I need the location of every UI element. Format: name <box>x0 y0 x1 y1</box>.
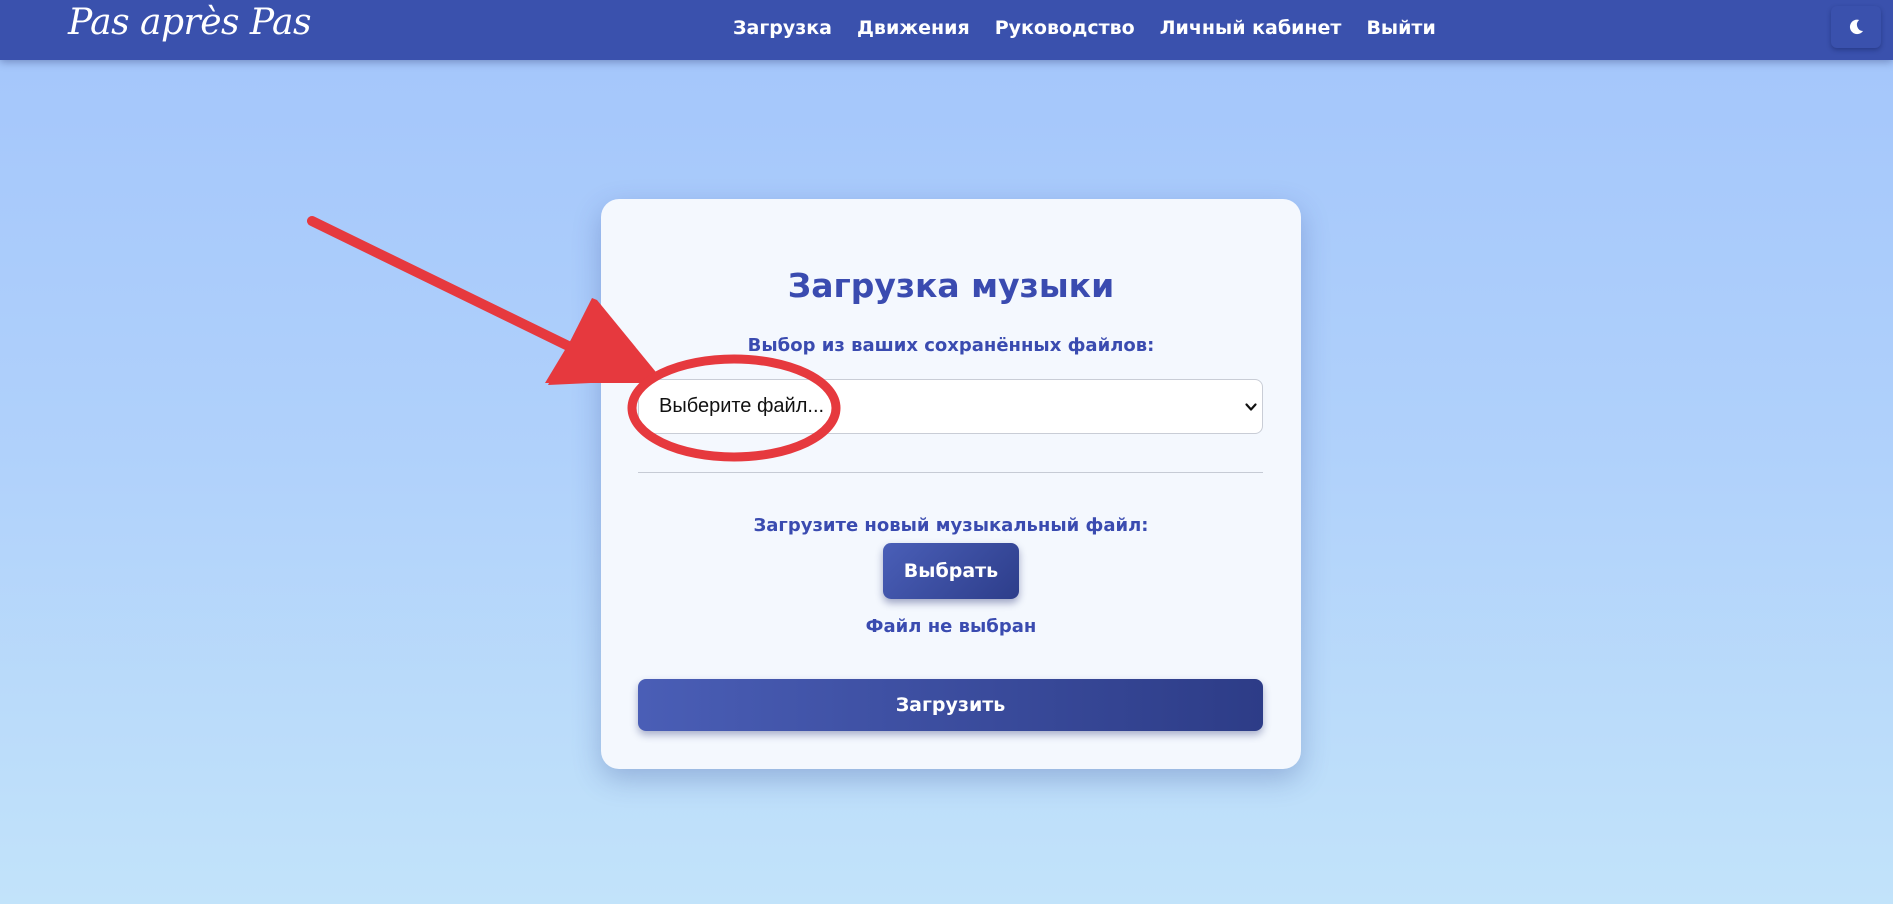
nav-link-logout[interactable]: Выйти <box>1366 16 1435 40</box>
main-nav: Загрузка Движения Руководство Личный каб… <box>733 16 1436 40</box>
site-logo[interactable]: Pas après Pas <box>68 2 311 43</box>
nav-link-account[interactable]: Личный кабинет <box>1160 16 1342 40</box>
saved-file-select-value: Выберите файл... <box>659 395 825 417</box>
upload-button[interactable]: Загрузить <box>638 679 1263 731</box>
file-status-text: Файл не выбран <box>865 616 1037 637</box>
nav-link-movements[interactable]: Движения <box>857 16 970 40</box>
new-file-label: Загрузите новый музыкальный файл: <box>753 515 1149 536</box>
nav-link-upload[interactable]: Загрузка <box>733 16 832 40</box>
moon-icon <box>1849 19 1864 35</box>
saved-file-select[interactable]: Выберите файл... <box>638 379 1263 434</box>
choose-file-button-label: Выбрать <box>903 560 999 582</box>
music-upload-card: Загрузка музыки Выбор из ваших сохранённ… <box>601 199 1301 769</box>
nav-link-guide[interactable]: Руководство <box>995 16 1135 40</box>
section-divider <box>638 472 1263 473</box>
upload-button-label: Загрузить <box>895 694 1006 716</box>
top-navbar: Pas après Pas Загрузка Движения Руководс… <box>0 0 1893 60</box>
choose-file-button[interactable]: Выбрать <box>883 543 1019 599</box>
card-title: Загрузка музыки <box>787 266 1115 305</box>
theme-toggle-button[interactable] <box>1831 6 1881 48</box>
chevron-down-icon <box>1245 403 1257 411</box>
saved-files-label: Выбор из ваших сохранённых файлов: <box>747 335 1155 356</box>
